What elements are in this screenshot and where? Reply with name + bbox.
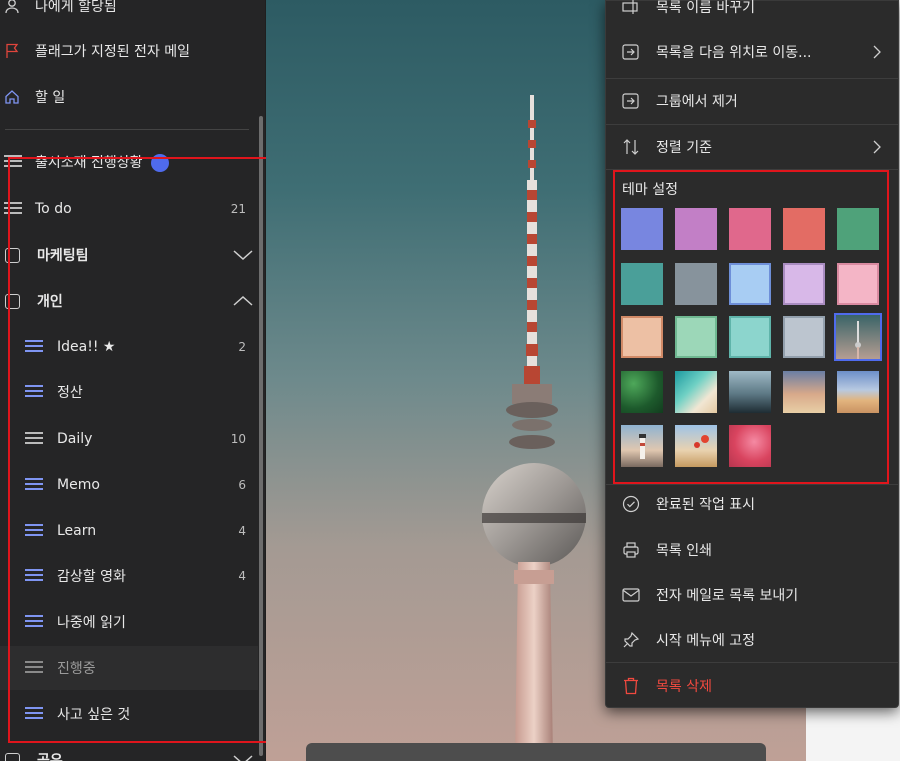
move-icon (622, 43, 640, 61)
menu-move-list[interactable]: 목록을 다음 위치로 이동... (606, 32, 898, 72)
nav-label: 나에게 할당됨 (35, 0, 117, 15)
nav-label: 플래그가 지정된 전자 메일 (35, 44, 191, 60)
flag-icon (4, 43, 20, 59)
menu-rename-list[interactable]: 목록 이름 바꾸기 (606, 0, 898, 27)
group-label: 공유 (37, 753, 63, 761)
menu-label: 정렬 기준 (656, 140, 712, 156)
menu-sort-by[interactable]: 정렬 기준 (606, 127, 898, 167)
trash-icon (622, 677, 640, 695)
group-folder-icon (5, 752, 20, 761)
menu-delete-list[interactable]: 목록 삭제 (606, 666, 898, 706)
person-icon (4, 0, 20, 14)
nav-tasks[interactable]: 할 일 (0, 77, 265, 117)
chevron-right-icon (873, 45, 881, 59)
mail-icon (622, 586, 640, 604)
menu-print-list[interactable]: 목록 인쇄 (606, 530, 898, 570)
chevron-down-icon[interactable] (233, 754, 253, 761)
home-icon (4, 89, 20, 105)
remove-from-group-icon (622, 92, 640, 110)
menu-divider (606, 124, 898, 125)
rename-icon (622, 0, 640, 16)
nav-label: 할 일 (35, 90, 66, 106)
print-icon (622, 541, 640, 559)
menu-remove-from-group[interactable]: 그룹에서 제거 (606, 81, 898, 121)
highlight-box (613, 170, 889, 484)
nav-flagged-email[interactable]: 플래그가 지정된 전자 메일 (0, 31, 265, 71)
menu-label: 목록 인쇄 (656, 543, 712, 559)
menu-divider (606, 78, 898, 79)
menu-show-completed[interactable]: 완료된 작업 표시 (606, 484, 898, 524)
check-circle-icon (622, 495, 640, 513)
menu-label: 전자 메일로 목록 보내기 (656, 588, 799, 604)
menu-label: 목록을 다음 위치로 이동... (656, 45, 812, 61)
menu-label: 시작 메뉴에 고정 (656, 633, 756, 649)
highlight-box (8, 157, 272, 743)
chevron-right-icon (873, 140, 881, 154)
menu-email-list[interactable]: 전자 메일로 목록 보내기 (606, 575, 898, 615)
pin-icon (622, 631, 640, 649)
nav-assigned-to-me[interactable]: 나에게 할당됨 (0, 0, 265, 26)
menu-label: 목록 이름 바꾸기 (656, 0, 756, 16)
menu-pin-to-start[interactable]: 시작 메뉴에 고정 (606, 620, 898, 660)
task-input-bar[interactable] (306, 743, 766, 761)
menu-divider (606, 662, 898, 663)
sort-icon (622, 138, 640, 156)
menu-label: 완료된 작업 표시 (656, 497, 756, 513)
divider (5, 129, 249, 130)
menu-label: 그룹에서 제거 (656, 94, 738, 110)
menu-label: 목록 삭제 (656, 679, 712, 695)
